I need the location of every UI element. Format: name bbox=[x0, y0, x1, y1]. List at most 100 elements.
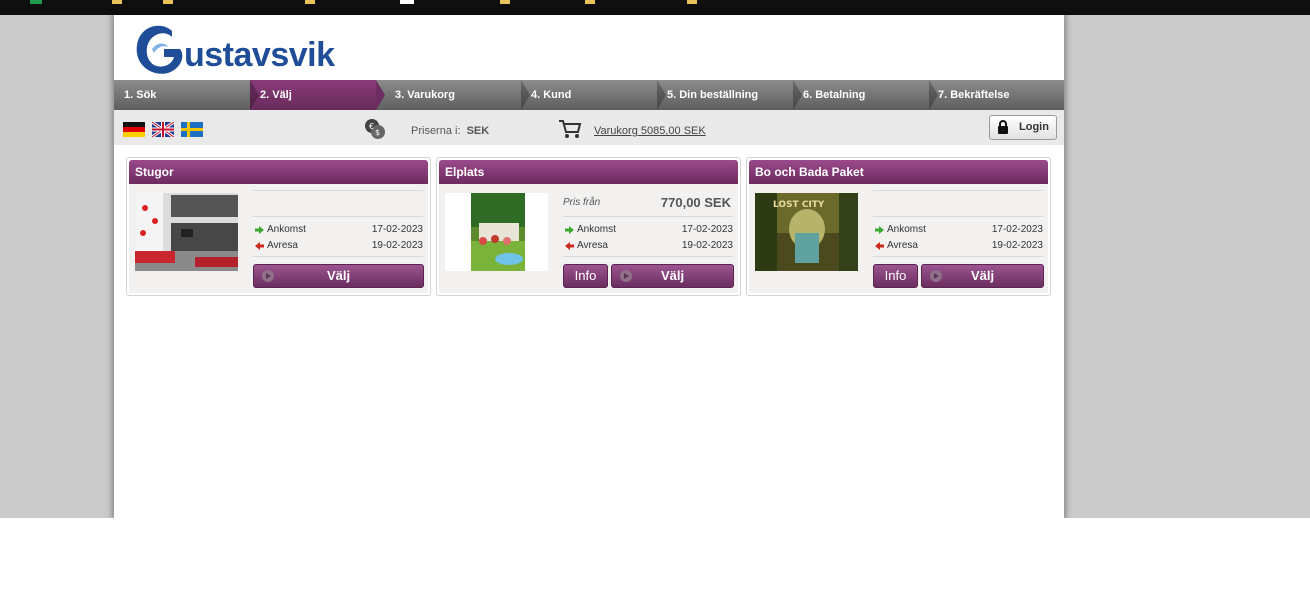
arrow-left-red-icon bbox=[255, 242, 264, 250]
login-label: Login bbox=[1019, 121, 1049, 133]
lost-city-text: LOST CITY bbox=[773, 200, 825, 210]
bookmark-icon[interactable] bbox=[500, 0, 510, 4]
kitchen-interior-photo bbox=[135, 193, 238, 271]
info-button[interactable]: Info bbox=[873, 264, 918, 288]
divider bbox=[873, 190, 1043, 191]
bookmark-icon[interactable] bbox=[687, 0, 697, 4]
arrow-circle-icon bbox=[930, 270, 942, 282]
booking-page: ustavsvik 1. Sök 2. Välj 3. Varukorg 4. … bbox=[114, 15, 1064, 518]
currency-exchange-icon: € $ bbox=[365, 119, 385, 139]
gustavsvik-logo[interactable]: ustavsvik bbox=[132, 19, 335, 79]
bookmark-icon[interactable] bbox=[305, 0, 315, 4]
select-label: Välj bbox=[970, 268, 995, 283]
arrow-circle-icon bbox=[262, 270, 274, 282]
shopping-cart-icon[interactable] bbox=[558, 119, 582, 139]
cart-link[interactable]: Varukorg 5085,00 SEK bbox=[594, 125, 706, 137]
bookmark-icon[interactable] bbox=[163, 0, 173, 4]
price-value: 770,00 SEK bbox=[660, 195, 731, 210]
bottom-blank-area bbox=[0, 518, 1310, 603]
arrival-row: Ankomst 17-02-2023 bbox=[873, 223, 1043, 237]
step-search[interactable]: 1. Sök bbox=[114, 80, 259, 110]
arrival-date: 17-02-2023 bbox=[371, 224, 423, 235]
arrow-right-green-icon bbox=[255, 226, 264, 234]
step-label: 4. Kund bbox=[531, 89, 572, 101]
uk-flag-icon[interactable] bbox=[152, 122, 174, 137]
departure-row: Avresa 19-02-2023 bbox=[873, 239, 1043, 253]
step-label: 5. Din beställning bbox=[667, 89, 759, 101]
departure-row: Avresa 19-02-2023 bbox=[563, 239, 733, 253]
departure-date: 19-02-2023 bbox=[681, 240, 733, 251]
divider bbox=[873, 216, 1043, 217]
step-payment[interactable]: 6. Betalning bbox=[793, 80, 938, 110]
step-label: 7. Bekräftelse bbox=[938, 89, 1010, 101]
departure-date: 19-02-2023 bbox=[991, 240, 1043, 251]
bookmark-icon[interactable] bbox=[400, 0, 414, 4]
booking-steps: 1. Sök 2. Välj 3. Varukorg 4. Kund 5. Di… bbox=[114, 80, 1064, 110]
chevron-right-icon bbox=[657, 80, 666, 110]
prices-label-text: Priserna i: bbox=[411, 125, 461, 137]
product-card-stugor: Stugor Ankomst 17-02-2023 Avresa 19-02-2… bbox=[126, 157, 431, 296]
swedish-flag-icon[interactable] bbox=[181, 122, 203, 137]
arrival-date: 17-02-2023 bbox=[991, 224, 1043, 235]
bookmark-icon[interactable] bbox=[112, 0, 122, 4]
departure-label: Avresa bbox=[887, 240, 918, 251]
chevron-right-icon bbox=[250, 80, 259, 110]
divider bbox=[873, 256, 1043, 257]
divider bbox=[253, 216, 423, 217]
step-select[interactable]: 2. Välj bbox=[250, 80, 385, 110]
arrow-right-green-icon bbox=[565, 226, 574, 234]
divider bbox=[253, 256, 423, 257]
departure-label: Avresa bbox=[267, 240, 298, 251]
svg-text:$: $ bbox=[375, 128, 380, 137]
departure-label: Avresa bbox=[577, 240, 608, 251]
camping-pitch-photo bbox=[445, 193, 548, 271]
info-bar: € $ Priserna i: SEK Varukorg 5085,00 SEK… bbox=[114, 110, 1064, 145]
chevron-right-icon bbox=[376, 80, 385, 110]
arrow-circle-icon bbox=[620, 270, 632, 282]
svg-text:€: € bbox=[369, 122, 374, 131]
arrow-right-green-icon bbox=[875, 226, 884, 234]
arrow-left-red-icon bbox=[875, 242, 884, 250]
chevron-right-icon bbox=[521, 80, 530, 110]
bookmark-icon[interactable] bbox=[585, 0, 595, 4]
select-label: Välj bbox=[326, 268, 351, 283]
login-button[interactable]: Login bbox=[989, 115, 1057, 140]
lost-city-jungle-photo: LOST CITY bbox=[755, 193, 858, 271]
product-card-elplats: Elplats Pris från 770,00 SEK Ankomst 17- bbox=[436, 157, 741, 296]
arrival-label: Ankomst bbox=[577, 224, 616, 235]
chevron-right-icon bbox=[793, 80, 802, 110]
card-title: Bo och Bada Paket bbox=[749, 160, 1048, 184]
card-title: Elplats bbox=[439, 160, 738, 184]
info-button[interactable]: Info bbox=[563, 264, 608, 288]
arrival-label: Ankomst bbox=[887, 224, 926, 235]
step-customer[interactable]: 4. Kund bbox=[521, 80, 666, 110]
divider bbox=[563, 216, 733, 217]
arrival-row: Ankomst 17-02-2023 bbox=[253, 223, 423, 237]
german-flag-icon[interactable] bbox=[123, 122, 145, 137]
select-label: Välj bbox=[660, 268, 685, 283]
step-label: 6. Betalning bbox=[803, 89, 866, 101]
card-title: Stugor bbox=[129, 160, 428, 184]
arrival-label: Ankomst bbox=[267, 224, 306, 235]
bookmark-icon[interactable] bbox=[30, 0, 42, 4]
arrival-row: Ankomst 17-02-2023 bbox=[563, 223, 733, 237]
arrow-left-red-icon bbox=[565, 242, 574, 250]
divider bbox=[253, 190, 423, 191]
departure-row: Avresa 19-02-2023 bbox=[253, 239, 423, 253]
select-button[interactable]: Välj bbox=[611, 264, 734, 288]
arrival-date: 17-02-2023 bbox=[681, 224, 733, 235]
currency-value: SEK bbox=[466, 125, 490, 137]
select-button[interactable]: Välj bbox=[921, 264, 1044, 288]
divider bbox=[563, 256, 733, 257]
step-cart[interactable]: 3. Varukorg bbox=[385, 80, 530, 110]
step-label: 3. Varukorg bbox=[395, 89, 455, 101]
select-button[interactable]: Välj bbox=[253, 264, 424, 288]
step-confirmation[interactable]: 7. Bekräftelse bbox=[928, 80, 1064, 110]
step-label: 1. Sök bbox=[124, 89, 157, 101]
step-order[interactable]: 5. Din beställning bbox=[657, 80, 802, 110]
step-label: 2. Välj bbox=[260, 89, 292, 101]
logo-wave-icon bbox=[136, 25, 183, 74]
lock-icon bbox=[998, 120, 1008, 134]
price-from-label: Pris från bbox=[563, 197, 601, 208]
product-card-bo-och-bada: Bo och Bada Paket LOST CITY Ankomst 17-0… bbox=[746, 157, 1051, 296]
